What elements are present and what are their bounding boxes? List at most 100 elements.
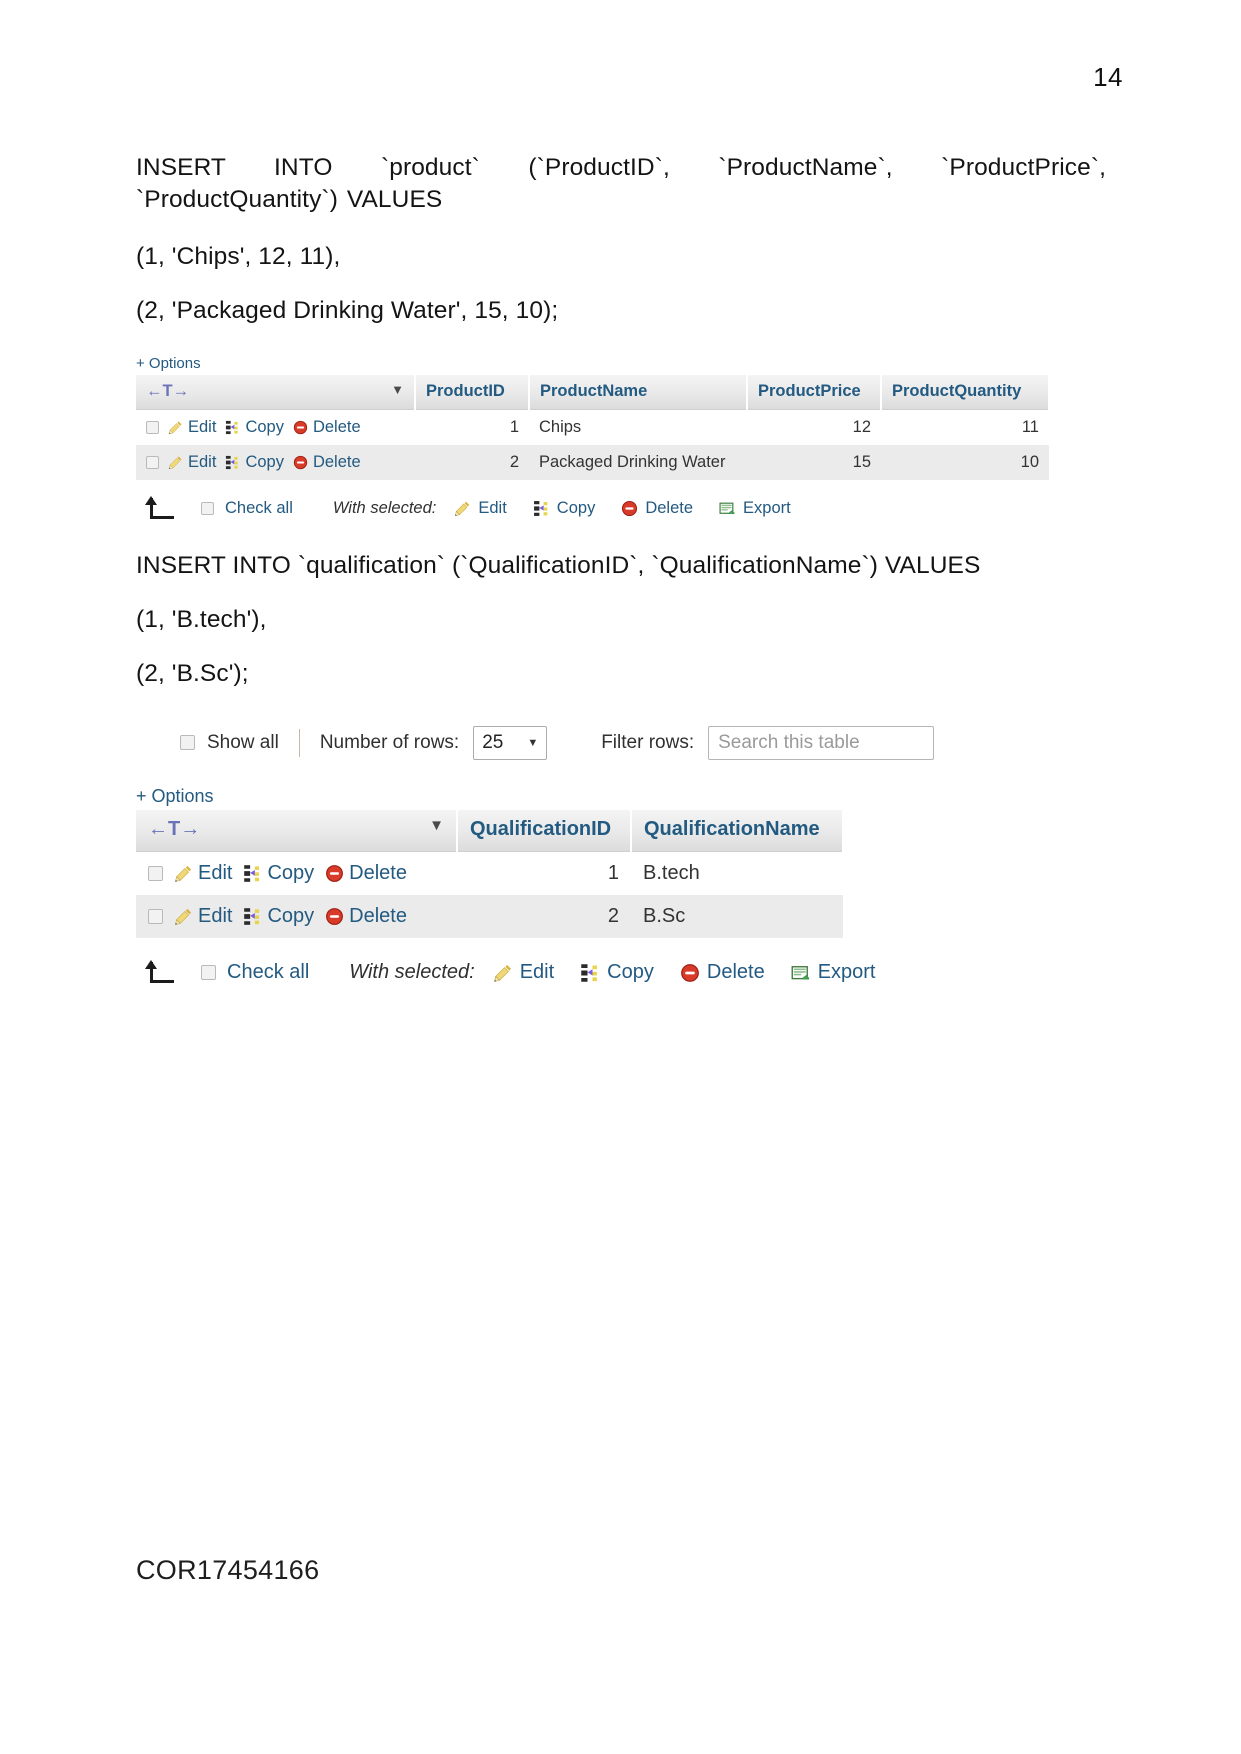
bulk-edit-action[interactable]: Edit	[454, 499, 507, 518]
row-delete-label: Delete	[349, 861, 407, 884]
qualification-results-table: ←T→ ▼ QualificationID QualificationName	[136, 809, 844, 938]
row-select-checkbox[interactable]	[146, 455, 159, 469]
pencil-icon	[493, 963, 513, 983]
footer-code: COR17454166	[136, 1555, 320, 1585]
cell-productprice: 12	[747, 409, 881, 445]
row-delete-action[interactable]: Delete	[325, 862, 407, 885]
bulk-edit-action[interactable]: Edit	[493, 961, 554, 984]
row-select-checkbox[interactable]	[148, 865, 163, 881]
check-all-control[interactable]: Check all	[201, 961, 309, 984]
number-of-rows-select[interactable]: 25 ▼	[473, 725, 548, 760]
row-edit-action[interactable]: Edit	[168, 418, 216, 437]
copy-icon	[580, 963, 600, 983]
column-header-qualificationname[interactable]: QualificationName	[631, 809, 844, 852]
cell-productquantity: 11	[881, 409, 1049, 445]
row-edit-action[interactable]: Edit	[168, 453, 216, 472]
options-toggle-qualification[interactable]: + Options	[136, 786, 214, 807]
arrow-up-icon[interactable]	[143, 495, 179, 522]
row-select-checkbox[interactable]	[148, 908, 163, 924]
row-copy-action[interactable]: Copy	[243, 905, 314, 928]
number-of-rows-label: Number of rows:	[319, 731, 460, 753]
export-action[interactable]: Export	[719, 499, 791, 518]
column-header-nav[interactable]: ←T→ ▼	[136, 809, 458, 852]
column-header-qualificationid[interactable]: QualificationID	[457, 809, 632, 852]
check-all-control[interactable]: Check all	[201, 499, 293, 518]
copy-icon	[243, 864, 262, 883]
table-row[interactable]: Edit Copy	[136, 444, 1049, 480]
row-actions-cell: Edit Copy Delete	[136, 444, 415, 480]
bulk-copy-action[interactable]: Copy	[580, 961, 654, 984]
column-header-productprice[interactable]: ProductPrice	[747, 374, 882, 410]
cell-productname: Packaged Drinking Water	[529, 444, 747, 480]
sort-caret-icon[interactable]: ▼	[391, 382, 404, 398]
table-header-row: ←T→ ▼ QualificationID QualificationName	[136, 809, 844, 852]
delete-icon	[680, 963, 700, 983]
show-all-control[interactable]: Show all	[180, 732, 279, 754]
delete-icon	[293, 455, 308, 470]
row-actions-cell: Edit Copy Delete	[136, 409, 415, 445]
pencil-icon	[454, 500, 471, 517]
row-copy-label: Copy	[245, 417, 284, 436]
pencil-icon	[174, 864, 193, 883]
column-header-productquantity[interactable]: ProductQuantity	[881, 374, 1050, 410]
row-edit-action[interactable]: Edit	[174, 862, 232, 885]
table-row[interactable]: Edit Copy	[136, 851, 843, 895]
table-row[interactable]: Edit Copy	[136, 409, 1049, 445]
sql-values-product-2: (2, 'Packaged Drinking Water', 15, 10);	[136, 296, 559, 324]
check-all-checkbox[interactable]	[201, 965, 216, 981]
bulk-copy-action[interactable]: Copy	[533, 499, 596, 518]
check-all-checkbox[interactable]	[201, 502, 214, 516]
options-toggle-product[interactable]: + Options	[136, 355, 201, 372]
bulk-delete-action[interactable]: Delete	[621, 499, 693, 518]
row-delete-action[interactable]: Delete	[293, 418, 361, 437]
arrow-up-icon[interactable]	[143, 959, 179, 986]
show-all-label: Show all	[207, 731, 279, 753]
sort-caret-icon[interactable]: ▼	[429, 817, 444, 834]
row-edit-label: Edit	[198, 861, 233, 884]
row-edit-action[interactable]: Edit	[174, 905, 232, 928]
cell-productname: Chips	[529, 409, 747, 445]
qualification-result-panel: + Options ←T→ ▼ QualificationID Qualific…	[136, 786, 1106, 986]
row-copy-action[interactable]: Copy	[243, 862, 314, 885]
bulk-delete-action[interactable]: Delete	[680, 961, 765, 984]
cell-qualificationid: 1	[457, 851, 631, 895]
row-copy-label: Copy	[267, 861, 315, 884]
column-header-nav[interactable]: ←T→ ▼	[136, 374, 416, 410]
copy-icon	[225, 420, 240, 435]
sql-statement-qualification: INSERT INTO `qualification` (`Qualificat…	[136, 551, 981, 579]
export-action[interactable]: Export	[791, 961, 876, 984]
row-edit-label: Edit	[198, 904, 233, 927]
row-copy-action[interactable]: Copy	[225, 453, 284, 472]
divider	[298, 728, 300, 757]
bulk-edit-label: Edit	[478, 499, 507, 518]
copy-icon	[533, 500, 550, 517]
column-header-productid[interactable]: ProductID	[415, 374, 530, 410]
filter-rows-label: Filter rows:	[601, 731, 695, 753]
pencil-icon	[168, 420, 183, 435]
number-of-rows-value: 25	[482, 731, 504, 753]
sql-values-qualification-2: (2, 'B.Sc');	[136, 659, 249, 687]
row-copy-label: Copy	[267, 904, 315, 927]
delete-icon	[325, 864, 344, 883]
row-actions-cell: Edit Copy Delete	[136, 851, 457, 895]
table-row[interactable]: Edit Copy	[136, 894, 843, 938]
sql-values-product-1: (1, 'Chips', 12, 11),	[136, 242, 341, 270]
row-delete-action[interactable]: Delete	[293, 453, 361, 472]
delete-icon	[325, 907, 344, 926]
chevron-down-icon: ▼	[527, 736, 539, 749]
filter-rows-input[interactable]: Search this table	[708, 725, 935, 760]
cell-qualificationname: B.Sc	[631, 894, 843, 938]
row-select-checkbox[interactable]	[146, 420, 159, 434]
show-all-checkbox[interactable]	[180, 735, 195, 751]
with-selected-label: With selected:	[332, 499, 437, 518]
row-delete-action[interactable]: Delete	[325, 905, 407, 928]
row-copy-action[interactable]: Copy	[225, 418, 284, 437]
row-edit-label: Edit	[188, 417, 217, 436]
cell-qualificationid: 2	[457, 894, 631, 938]
row-delete-label: Delete	[349, 904, 407, 927]
bulk-copy-label: Copy	[556, 499, 596, 518]
column-header-productname[interactable]: ProductName	[529, 374, 748, 410]
table-header-row: ←T→ ▼ ProductID ProductName ProductPrice…	[136, 374, 1050, 410]
delete-icon	[293, 420, 308, 435]
with-selected-label: With selected:	[349, 961, 475, 984]
